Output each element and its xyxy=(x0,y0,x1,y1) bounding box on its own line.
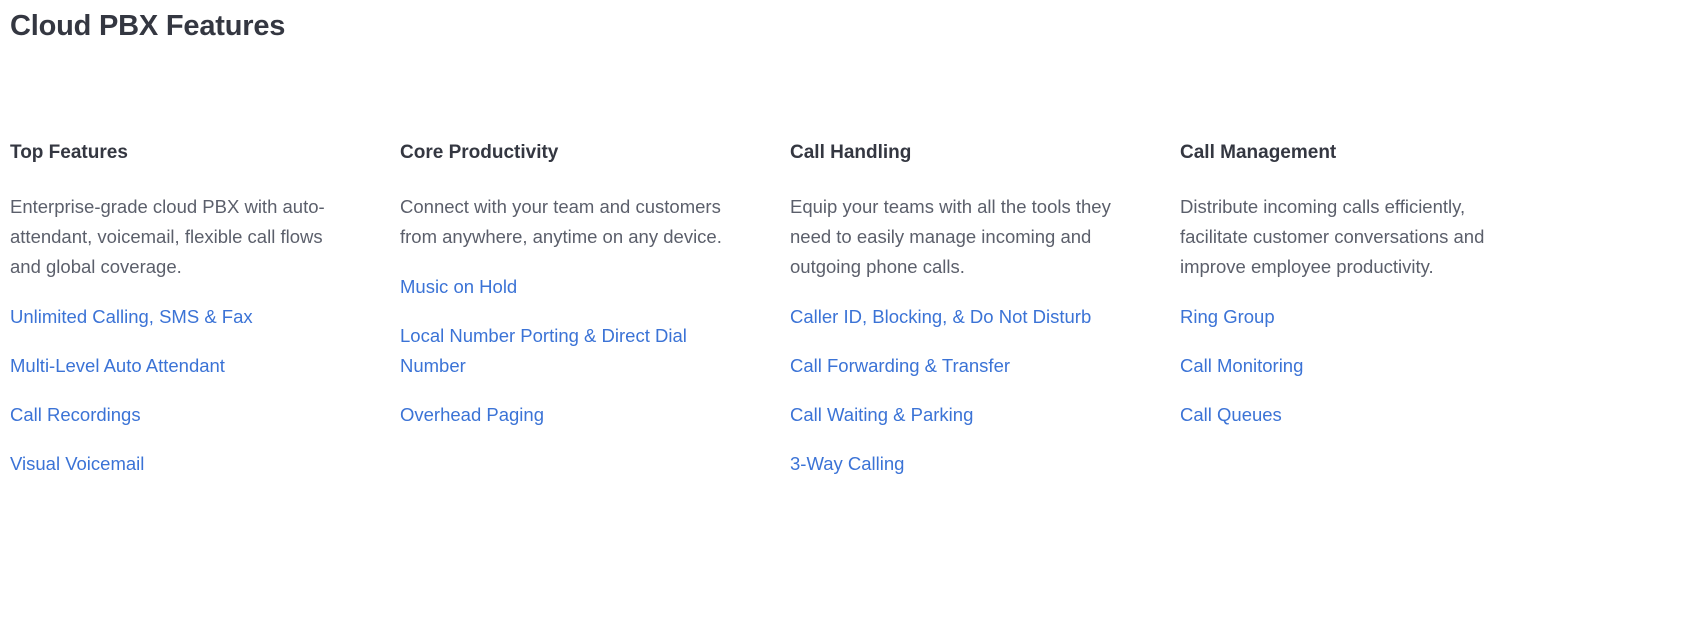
feature-column-core-productivity: Core Productivity Connect with your team… xyxy=(400,140,790,449)
feature-link[interactable]: Caller ID, Blocking, & Do Not Disturb xyxy=(790,306,1091,327)
column-description: Distribute incoming calls efficiently, f… xyxy=(1180,196,1485,277)
list-item: Overhead Paging xyxy=(400,400,722,430)
column-description: Equip your teams with all the tools they… xyxy=(790,196,1111,277)
feature-link[interactable]: 3-Way Calling xyxy=(790,453,904,474)
column-description: Connect with your team and customers fro… xyxy=(400,196,722,247)
list-item: Unlimited Calling, SMS & Fax xyxy=(10,302,332,332)
feature-link-list: Ring Group Call Monitoring Call Queues xyxy=(1180,302,1502,430)
list-item: Ring Group xyxy=(1180,302,1502,332)
feature-link[interactable]: Unlimited Calling, SMS & Fax xyxy=(10,306,253,327)
column-heading: Core Productivity xyxy=(400,142,559,163)
feature-link[interactable]: Multi-Level Auto Attendant xyxy=(10,355,225,376)
feature-link-list: Music on Hold Local Number Porting & Dir… xyxy=(400,272,722,430)
feature-column-top-features: Top Features Enterprise-grade cloud PBX … xyxy=(10,140,400,498)
feature-link[interactable]: Call Monitoring xyxy=(1180,355,1303,376)
list-item: Call Waiting & Parking xyxy=(790,400,1112,430)
feature-link[interactable]: Visual Voicemail xyxy=(10,453,144,474)
list-item: Multi-Level Auto Attendant xyxy=(10,351,332,381)
feature-columns: Top Features Enterprise-grade cloud PBX … xyxy=(10,140,1689,498)
list-item: 3-Way Calling xyxy=(790,449,1112,479)
column-heading: Top Features xyxy=(10,142,128,163)
feature-link[interactable]: Call Waiting & Parking xyxy=(790,404,973,425)
feature-link[interactable]: Local Number Porting & Direct Dial Numbe… xyxy=(400,325,687,376)
column-heading: Call Management xyxy=(1180,142,1337,163)
feature-link-list: Unlimited Calling, SMS & Fax Multi-Level… xyxy=(10,302,332,479)
feature-link[interactable]: Call Recordings xyxy=(10,404,141,425)
feature-link-list: Caller ID, Blocking, & Do Not Disturb Ca… xyxy=(790,302,1112,479)
list-item: Visual Voicemail xyxy=(10,449,332,479)
list-item: Local Number Porting & Direct Dial Numbe… xyxy=(400,321,722,381)
list-item: Call Monitoring xyxy=(1180,351,1502,381)
list-item: Call Recordings xyxy=(10,400,332,430)
column-description: Enterprise-grade cloud PBX with auto-att… xyxy=(10,196,325,277)
feature-column-call-handling: Call Handling Equip your teams with all … xyxy=(790,140,1180,498)
cloud-pbx-features-page: Cloud PBX Features Top Features Enterpri… xyxy=(0,0,1689,628)
feature-link[interactable]: Call Forwarding & Transfer xyxy=(790,355,1010,376)
list-item: Music on Hold xyxy=(400,272,722,302)
page-title: Cloud PBX Features xyxy=(10,10,286,42)
list-item: Call Queues xyxy=(1180,400,1502,430)
feature-column-call-management: Call Management Distribute incoming call… xyxy=(1180,140,1570,449)
list-item: Call Forwarding & Transfer xyxy=(790,351,1112,381)
feature-link[interactable]: Overhead Paging xyxy=(400,404,544,425)
feature-link[interactable]: Call Queues xyxy=(1180,404,1282,425)
feature-link[interactable]: Music on Hold xyxy=(400,276,517,297)
list-item: Caller ID, Blocking, & Do Not Disturb xyxy=(790,302,1112,332)
column-heading: Call Handling xyxy=(790,142,912,163)
feature-link[interactable]: Ring Group xyxy=(1180,306,1275,327)
